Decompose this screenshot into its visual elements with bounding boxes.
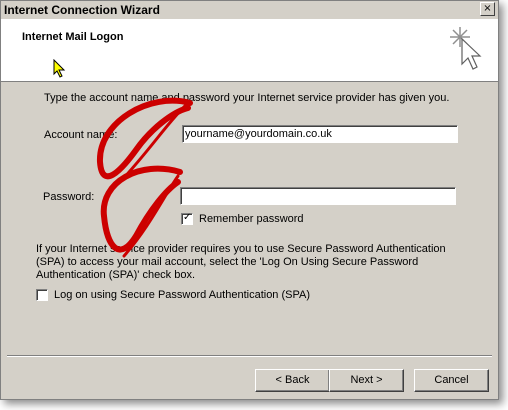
spa-info-line1: If your Internet service provider requir… — [36, 243, 446, 255]
password-input[interactable] — [180, 187, 456, 205]
instructions-text: Type the account name and password your … — [44, 92, 450, 104]
spa-info-line3: Authentication (SPA)' check box. — [36, 269, 196, 281]
wizard-sparkle-icon — [450, 27, 482, 70]
title-bar: Internet Connection Wizard × — [1, 1, 498, 19]
wizard-header: Internet Mail Logon — [1, 19, 498, 82]
spa-checkbox[interactable] — [36, 289, 48, 301]
next-button[interactable]: Next > — [329, 369, 404, 392]
spa-checkbox-label: Log on using Secure Password Authenticat… — [54, 289, 311, 301]
spa-info-line2: (SPA) to access your mail account, selec… — [36, 256, 419, 268]
remember-password-label: Remember password — [199, 213, 304, 225]
close-button[interactable]: × — [480, 2, 495, 16]
footer-separator — [7, 355, 492, 357]
cancel-button[interactable]: Cancel — [414, 369, 489, 392]
password-label: Password: — [43, 191, 95, 203]
remember-password-checkbox[interactable]: ✓ — [181, 212, 193, 225]
account-name-label: Account name: — [44, 129, 118, 141]
check-icon: ✓ — [183, 212, 192, 223]
window-title: Internet Connection Wizard — [4, 3, 160, 17]
page-title: Internet Mail Logon — [22, 31, 124, 43]
account-name-input[interactable]: yourname@yourdomain.co.uk — [182, 125, 458, 143]
wizard-window: Internet Connection Wizard × Internet Ma… — [0, 0, 499, 400]
mouse-cursor-icon — [53, 59, 66, 78]
back-button[interactable]: < Back — [255, 369, 330, 392]
